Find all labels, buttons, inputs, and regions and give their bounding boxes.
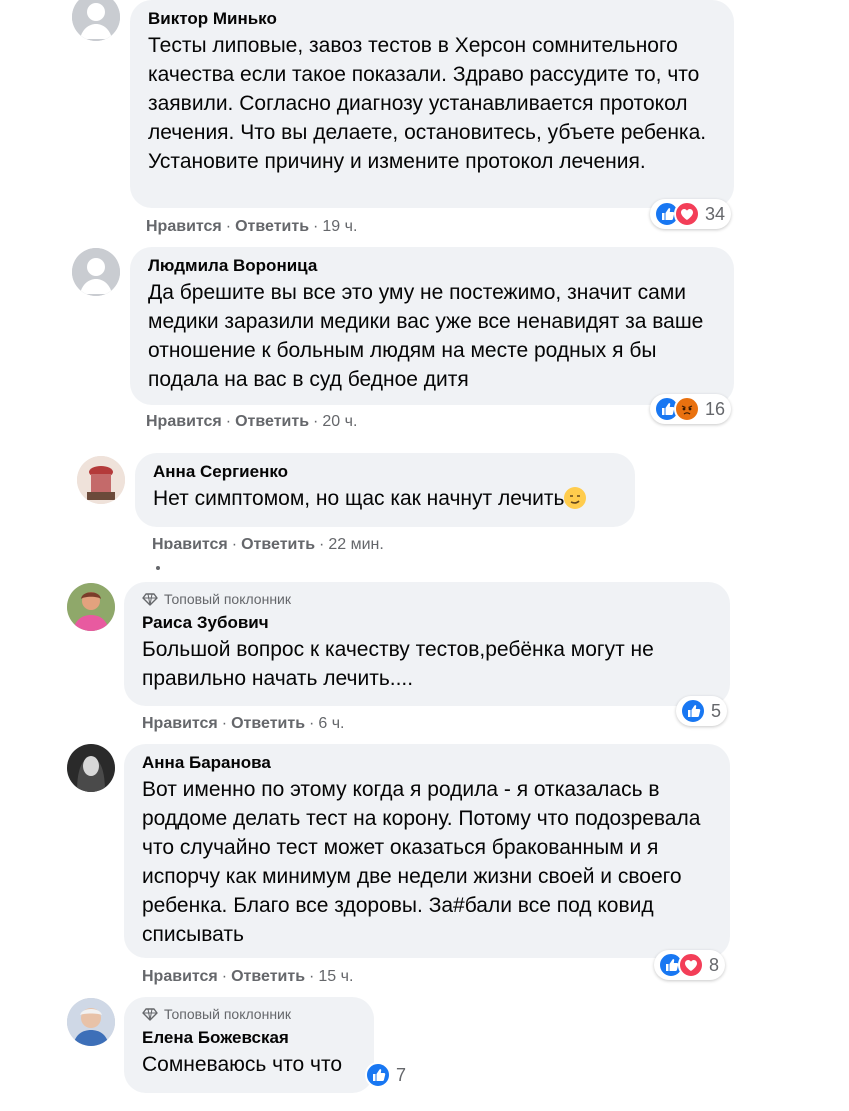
comment-bubble: Людмила Вороница Да брешите вы все это у… <box>130 247 734 405</box>
love-icon <box>678 952 704 978</box>
diamond-icon <box>142 593 158 606</box>
like-icon <box>680 698 706 724</box>
comment-author[interactable]: Анна Баранова <box>142 752 712 774</box>
diamond-icon <box>142 1008 158 1021</box>
comment-actions: Нравится · Ответить · 20 ч. <box>146 412 357 432</box>
comment-author[interactable]: Анна Сергиенко <box>153 461 617 483</box>
divider-dot <box>156 566 160 570</box>
comment-text: Большой вопрос к качеству тестов,ребёнка… <box>142 638 654 690</box>
comment-bubble: Топовый поклонник Елена Божевская Сомнев… <box>124 997 374 1093</box>
separator: · <box>221 968 228 985</box>
like-button[interactable]: Нравится <box>146 218 222 235</box>
user-photo-icon <box>67 998 115 1046</box>
comment-time[interactable]: 19 ч. <box>322 218 357 235</box>
comment-text: Нет симптомом, но щас как начнут лечить <box>153 487 565 510</box>
comment-time[interactable]: 20 ч. <box>322 413 357 430</box>
love-icon <box>674 201 700 227</box>
comment-bubble: Топовый поклонник Раиса Зубович Большой … <box>124 582 730 706</box>
default-user-icon <box>72 0 120 41</box>
separator: · <box>313 218 319 235</box>
reply-button[interactable]: Ответить <box>235 413 309 430</box>
separator: · <box>313 413 319 430</box>
separator: · <box>231 536 238 549</box>
user-photo-icon <box>67 744 115 792</box>
comment-author[interactable]: Елена Божевская <box>142 1027 356 1049</box>
top-fan-badge[interactable]: Топовый поклонник <box>142 1005 356 1023</box>
reaction-summary[interactable]: 16 <box>650 394 732 424</box>
separator: · <box>319 536 325 549</box>
avatar-default[interactable] <box>72 248 120 296</box>
comment-bubble: Анна Баранова Вот именно по этому когда … <box>124 744 730 958</box>
separator: · <box>309 968 315 985</box>
like-button[interactable]: Нравится <box>146 413 222 430</box>
angry-icon <box>674 396 700 422</box>
avatar-photo[interactable] <box>67 744 115 792</box>
comment-actions: Нравится · Ответить · 15 ч. <box>142 967 353 987</box>
comment-actions: Нравится · Ответить · 6 ч. <box>142 714 344 734</box>
like-button[interactable]: Нравится <box>142 715 218 732</box>
comment-author[interactable]: Раиса Зубович <box>142 612 712 634</box>
reaction-summary[interactable]: 5 <box>676 696 728 726</box>
badge-label: Топовый поклонник <box>164 1006 291 1022</box>
reaction-summary[interactable]: 8 <box>654 950 726 980</box>
comment-time[interactable]: 22 мин. <box>328 536 383 549</box>
top-fan-badge[interactable]: Топовый поклонник <box>142 590 712 608</box>
user-photo-icon <box>67 583 115 631</box>
comment-actions: Нравится · Ответить · 22 мин. <box>152 535 384 549</box>
like-icon <box>365 1062 391 1088</box>
comment-text: Вот именно по этому когда я родила - я о… <box>142 778 701 946</box>
reaction-summary[interactable]: 34 <box>650 199 732 229</box>
avatar-default[interactable] <box>72 0 120 41</box>
separator: · <box>225 218 232 235</box>
badge-label: Топовый поклонник <box>164 591 291 607</box>
separator: · <box>225 413 232 430</box>
reaction-count: 8 <box>709 954 720 975</box>
comment-bubble: Виктор Минько Тесты липовые, завоз тесто… <box>130 0 734 208</box>
comment-author[interactable]: Виктор Минько <box>148 8 716 30</box>
reply-button[interactable]: Ответить <box>231 968 305 985</box>
reply-button[interactable]: Ответить <box>241 536 315 549</box>
reaction-count: 7 <box>396 1064 407 1085</box>
reaction-count: 16 <box>705 398 726 419</box>
comment-text: Да брешите вы все это уму не постежимо, … <box>148 281 704 391</box>
comment-actions: Нравится · Ответить · 19 ч. <box>146 217 357 237</box>
avatar-photo[interactable] <box>77 456 125 504</box>
user-photo-icon <box>77 456 125 504</box>
reply-button[interactable]: Ответить <box>231 715 305 732</box>
separator: · <box>309 715 315 732</box>
like-button[interactable]: Нравится <box>142 968 218 985</box>
avatar-photo[interactable] <box>67 998 115 1046</box>
comment-bubble: Анна Сергиенко Нет симптомом, но щас как… <box>135 453 635 527</box>
smirk-emoji-icon <box>564 487 587 509</box>
comment-time[interactable]: 6 ч. <box>318 715 344 732</box>
separator: · <box>221 715 228 732</box>
comment-text: Сомневаюсь что что <box>142 1053 343 1076</box>
like-button[interactable]: Нравится <box>152 536 228 549</box>
reaction-count: 34 <box>705 203 726 224</box>
avatar-photo[interactable] <box>67 583 115 631</box>
default-user-icon <box>72 248 120 296</box>
reaction-count: 5 <box>711 700 722 721</box>
comment-text: Тесты липовые, завоз тестов в Херсон сом… <box>148 34 707 173</box>
comment-time[interactable]: 15 ч. <box>318 968 353 985</box>
comment-author[interactable]: Людмила Вороница <box>148 255 716 277</box>
reaction-summary[interactable]: 7 <box>361 1060 412 1090</box>
reply-button[interactable]: Ответить <box>235 218 309 235</box>
